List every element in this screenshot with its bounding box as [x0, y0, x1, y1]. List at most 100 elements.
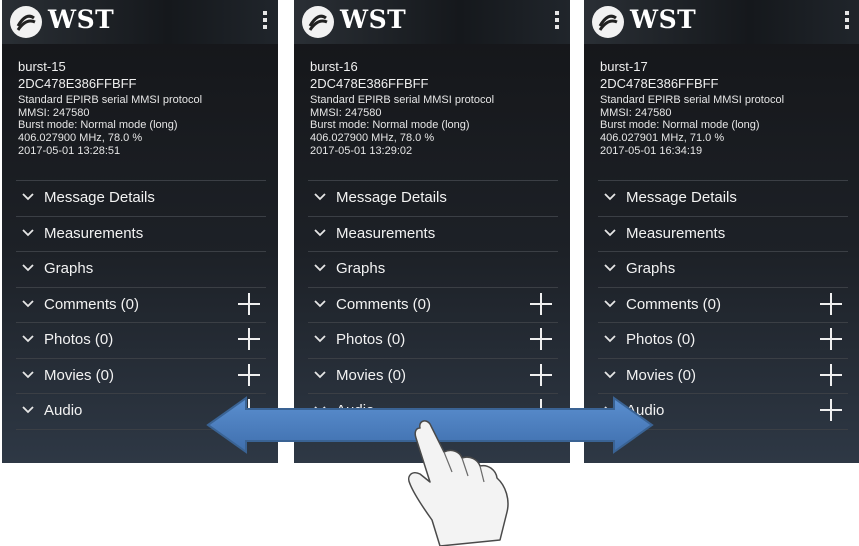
section-measurements[interactable]: Measurements	[598, 217, 848, 252]
section-label: Message Details	[336, 189, 447, 206]
add-movie-plus-icon[interactable]	[238, 363, 260, 386]
chevron-down-icon	[22, 406, 34, 414]
add-photo-plus-icon[interactable]	[238, 328, 260, 350]
frequency-text: 406.027900 MHz, 78.0 %	[310, 131, 435, 144]
section-comments[interactable]: Comments (0)	[16, 288, 266, 323]
app-bar: WST	[584, 0, 859, 44]
burst-name: burst-17	[600, 59, 648, 74]
add-movie-plus-icon[interactable]	[820, 363, 842, 386]
overflow-menu-icon[interactable]	[554, 11, 560, 33]
app-title: WST	[48, 5, 115, 34]
section-photos[interactable]: Photos (0)	[308, 323, 558, 359]
section-movies[interactable]: Movies (0)	[308, 359, 558, 394]
phone-screen-1: WST burst-15 2DC478E386FFBFF Standard EP…	[2, 0, 278, 463]
section-message-details[interactable]: Message Details	[598, 181, 848, 217]
chevron-down-icon	[314, 406, 326, 414]
section-label: Comments (0)	[44, 295, 140, 313]
burst-info: burst-17 2DC478E386FFBFF Standard EPIRB …	[584, 44, 859, 158]
burst-info: burst-15 2DC478E386FFBFF Standard EPIRB …	[2, 44, 278, 158]
section-comments[interactable]: Comments (0)	[598, 288, 848, 323]
section-audio[interactable]: Audio	[16, 394, 266, 430]
section-measurements[interactable]: Measurements	[308, 217, 558, 252]
frequency-text: 406.027900 MHz, 78.0 %	[18, 131, 143, 144]
phone-screen-3: WST burst-17 2DC478E386FFBFF Standard EP…	[584, 0, 859, 463]
section-graphs[interactable]: Graphs	[598, 252, 848, 288]
add-audio-plus-icon[interactable]	[530, 399, 552, 421]
section-graphs[interactable]: Graphs	[16, 252, 266, 288]
burst-mode-text: Burst mode: Normal mode (long)	[600, 119, 760, 131]
protocol-text: Standard EPIRB serial MMSI protocol	[600, 94, 785, 106]
section-message-details[interactable]: Message Details	[308, 181, 558, 217]
timestamp: 2017-05-01 16:34:19	[600, 145, 703, 157]
section-movies[interactable]: Movies (0)	[598, 359, 848, 394]
wst-logo-icon	[302, 6, 334, 38]
burst-mode-text: Burst mode: Normal mode (long)	[18, 119, 178, 131]
section-label: Movies (0)	[44, 366, 115, 384]
mmsi-text: MMSI: 247580	[310, 106, 382, 119]
beacon-hex-id: 2DC478E386FFBFF	[310, 76, 429, 91]
wst-logo-icon	[592, 6, 624, 38]
section-label: Graphs	[336, 260, 386, 277]
chevron-down-icon	[314, 299, 326, 307]
section-audio[interactable]: Audio	[308, 394, 558, 430]
chevron-down-icon	[22, 264, 34, 272]
section-measurements[interactable]: Measurements	[16, 217, 266, 252]
chevron-down-icon	[604, 264, 616, 272]
section-photos[interactable]: Photos (0)	[598, 323, 848, 359]
add-photo-plus-icon[interactable]	[530, 328, 552, 350]
section-message-details[interactable]: Message Details	[16, 181, 266, 217]
section-label: Audio	[626, 402, 665, 419]
add-comment-plus-icon[interactable]	[820, 292, 842, 315]
burst-info: burst-16 2DC478E386FFBFF Standard EPIRB …	[294, 44, 570, 158]
burst-name: burst-16	[310, 59, 358, 74]
add-movie-plus-icon[interactable]	[530, 363, 552, 386]
section-list: Message Details Measurements Graphs Comm…	[598, 180, 848, 430]
burst-name: burst-15	[18, 59, 66, 74]
add-audio-plus-icon[interactable]	[238, 399, 260, 421]
mmsi-text: MMSI: 247580	[600, 106, 672, 119]
protocol-text: Standard EPIRB serial MMSI protocol	[18, 94, 203, 106]
chevron-down-icon	[314, 228, 326, 236]
section-label: Graphs	[44, 260, 94, 277]
section-label: Message Details	[626, 189, 737, 206]
chevron-down-icon	[22, 228, 34, 236]
add-audio-plus-icon[interactable]	[820, 399, 842, 421]
chevron-down-icon	[314, 193, 326, 201]
chevron-down-icon	[604, 193, 616, 201]
section-label: Comments (0)	[626, 295, 722, 313]
section-photos[interactable]: Photos (0)	[16, 323, 266, 359]
chevron-down-icon	[604, 335, 616, 343]
add-photo-plus-icon[interactable]	[820, 328, 842, 350]
protocol-text: Standard EPIRB serial MMSI protocol	[310, 94, 495, 106]
add-comment-plus-icon[interactable]	[530, 292, 552, 315]
section-list: Message Details Measurements Graphs Comm…	[16, 180, 266, 430]
app-bar: WST	[294, 0, 570, 44]
chevron-down-icon	[604, 228, 616, 236]
app-title: WST	[630, 5, 697, 34]
add-comment-plus-icon[interactable]	[238, 292, 260, 315]
section-label: Audio	[44, 402, 83, 419]
beacon-hex-id: 2DC478E386FFBFF	[18, 76, 137, 91]
section-audio[interactable]: Audio	[598, 394, 848, 430]
phone-screen-2: WST burst-16 2DC478E386FFBFF Standard EP…	[294, 0, 570, 463]
overflow-menu-icon[interactable]	[262, 11, 268, 33]
overflow-menu-icon[interactable]	[844, 11, 850, 33]
section-label: Audio	[336, 402, 375, 419]
section-comments[interactable]: Comments (0)	[308, 288, 558, 323]
section-label: Measurements	[626, 224, 726, 242]
chevron-down-icon	[314, 335, 326, 343]
chevron-down-icon	[604, 370, 616, 378]
section-label: Movies (0)	[626, 366, 697, 384]
timestamp: 2017-05-01 13:28:51	[18, 145, 121, 157]
section-graphs[interactable]: Graphs	[308, 252, 558, 288]
section-label: Comments (0)	[336, 295, 432, 313]
chevron-down-icon	[314, 370, 326, 378]
chevron-down-icon	[22, 370, 34, 378]
beacon-hex-id: 2DC478E386FFBFF	[600, 76, 719, 91]
section-label: Photos (0)	[336, 331, 406, 348]
mmsi-text: MMSI: 247580	[18, 106, 90, 119]
section-label: Movies (0)	[336, 366, 407, 384]
section-movies[interactable]: Movies (0)	[16, 359, 266, 394]
chevron-down-icon	[604, 406, 616, 414]
frequency-text: 406.027901 MHz, 71.0 %	[600, 131, 725, 144]
